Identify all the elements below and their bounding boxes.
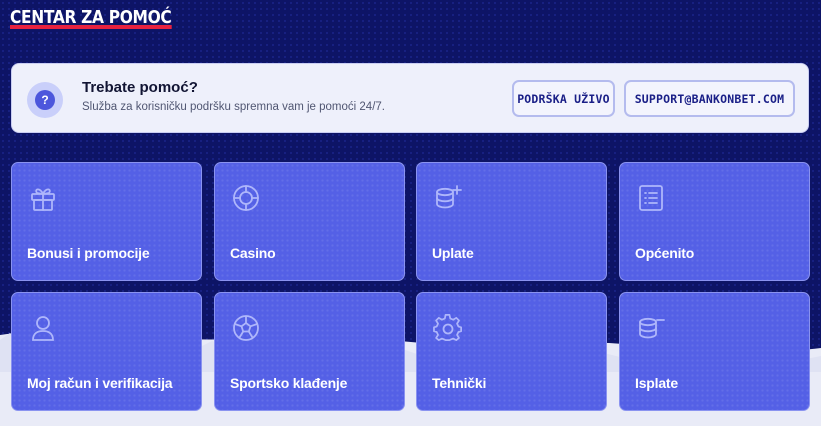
gift-icon [28, 183, 58, 213]
question-icon: ? [27, 82, 63, 118]
category-card-general[interactable]: Općenito [619, 162, 810, 281]
category-label: Tehnički [432, 375, 487, 391]
soccer-ball-icon [231, 313, 261, 343]
category-card-bonuses[interactable]: Bonusi i promocije [11, 162, 202, 281]
list-document-icon [636, 183, 666, 213]
category-label: Isplate [635, 375, 678, 391]
help-title: Trebate pomoć? [82, 79, 198, 96]
category-card-deposits[interactable]: Uplate [416, 162, 607, 281]
category-label: Bonusi i promocije [27, 245, 150, 261]
coins-minus-icon [636, 313, 666, 343]
help-banner: ? Trebate pomoć? Služba za korisničku po… [11, 63, 809, 133]
category-label: Općenito [635, 245, 695, 261]
user-icon [28, 313, 58, 343]
category-card-technical[interactable]: Tehnički [416, 292, 607, 411]
category-card-sports-betting[interactable]: Sportsko klađenje [214, 292, 405, 411]
category-label: Casino [230, 245, 276, 261]
category-card-casino[interactable]: Casino [214, 162, 405, 281]
category-label: Moj račun i verifikacija [27, 375, 173, 391]
coins-plus-icon [433, 183, 463, 213]
category-card-withdrawals[interactable]: Isplate [619, 292, 810, 411]
page-title: CENTAR ZA POMOĆ [10, 7, 172, 29]
category-label: Sportsko klađenje [230, 375, 348, 391]
question-icon-glyph: ? [35, 90, 55, 110]
category-label: Uplate [432, 245, 474, 261]
live-support-button[interactable]: PODRŠKA UŽIVO [512, 80, 615, 117]
gear-icon [433, 313, 463, 343]
category-card-account[interactable]: Moj račun i verifikacija [11, 292, 202, 411]
help-subtitle: Služba za korisničku podršku spremna vam… [82, 101, 385, 113]
casino-chip-icon [231, 183, 261, 213]
support-email-button[interactable]: SUPPORT@BANKONBET.COM [624, 80, 795, 117]
